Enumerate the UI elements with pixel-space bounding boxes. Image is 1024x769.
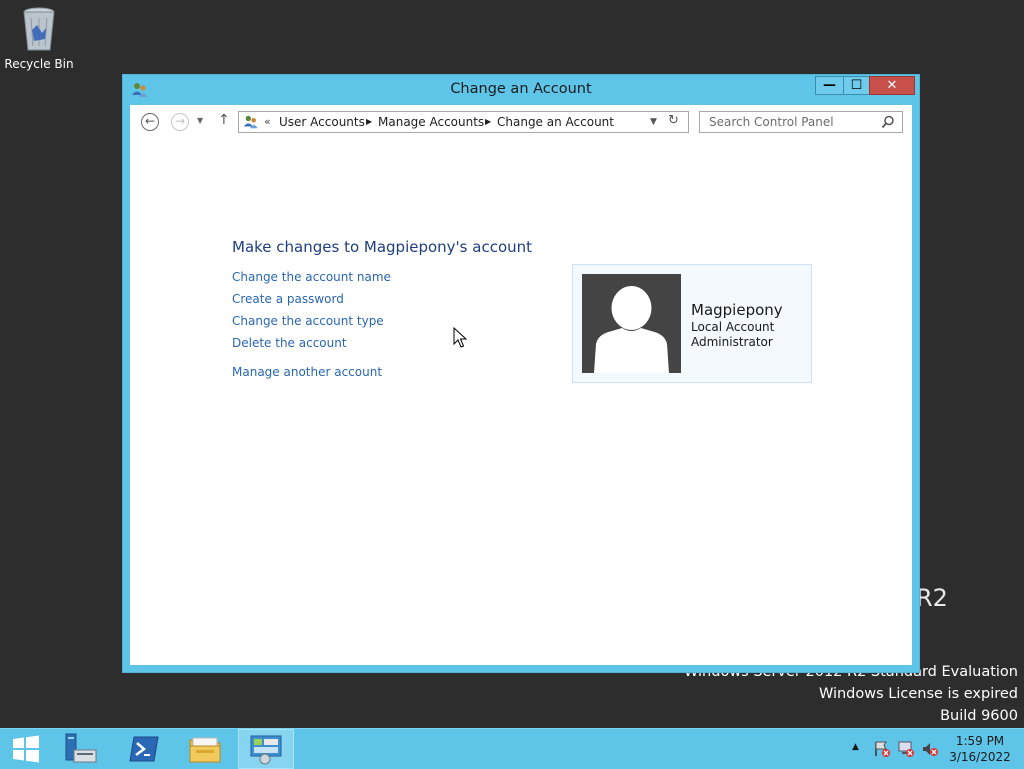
mouse-cursor-icon [453,327,467,348]
control-panel-icon [250,735,282,765]
address-bar[interactable]: « User Accounts ▶ Manage Accounts ▶ Chan… [238,111,689,133]
search-box[interactable]: Search Control Panel [699,111,903,133]
account-type: Local Account [691,320,775,334]
minimize-button[interactable]: — [815,76,844,95]
window-content: ← → ▼ ↑ « User Accounts ▶ Manage Account… [130,105,912,665]
breadcrumb-manage-accounts[interactable]: Manage Accounts [378,115,484,129]
action-center-flag-icon[interactable] [873,740,891,758]
delete-account-link[interactable]: Delete the account [232,336,347,350]
account-card: Magpiepony Local Account Administrator [572,264,812,383]
powershell-button[interactable] [116,729,172,769]
recycle-bin-icon [23,7,55,51]
file-explorer-icon [189,737,221,763]
maximize-icon: ☐ [850,78,863,93]
server-manager-icon [65,733,97,763]
watermark-license: Windows License is expired [818,686,1018,702]
user-silhouette-icon [594,286,669,373]
breadcrumb-separator-icon[interactable]: ▶ [366,117,372,126]
refresh-icon[interactable]: ↻ [668,113,679,128]
breadcrumb-change-account[interactable]: Change an Account [497,115,614,129]
control-panel-button[interactable] [238,729,294,769]
server-manager-button[interactable] [55,729,111,769]
clock-time[interactable]: 1:59 PM [950,734,1010,748]
file-explorer-button[interactable] [177,729,233,769]
recycle-bin[interactable]: Recycle Bin [4,6,74,71]
search-icon[interactable] [881,115,895,129]
title-bar[interactable]: Change an Account — ☐ ✕ [123,75,919,105]
account-name: Magpiepony [691,301,783,319]
start-button[interactable] [0,729,56,769]
network-error-icon[interactable] [897,740,915,758]
avatar [582,274,681,373]
breadcrumb-overflow[interactable]: « [264,115,271,128]
recycle-bin-label: Recycle Bin [4,57,74,71]
manage-another-account-link[interactable]: Manage another account [232,365,382,379]
window-title: Change an Account [450,81,592,97]
close-button[interactable]: ✕ [869,76,915,95]
up-button[interactable]: ↑ [218,112,230,128]
change-account-name-link[interactable]: Change the account name [232,270,391,284]
breadcrumb-user-accounts[interactable]: User Accounts [279,115,365,129]
close-icon: ✕ [886,78,898,93]
user-accounts-icon [243,115,258,129]
chevron-down-icon[interactable]: ▼ [650,117,657,127]
watermark-build: Build 9600 [940,708,1018,724]
taskbar: ▲ 1:59 PM 3/16/2022 [0,728,1024,769]
show-hidden-icons-button[interactable]: ▲ [852,742,859,752]
breadcrumb-separator-icon[interactable]: ▶ [485,117,491,126]
back-arrow-icon: ← [144,114,156,128]
create-password-link[interactable]: Create a password [232,292,344,306]
clock-date[interactable]: 3/16/2022 [946,750,1014,764]
maximize-button[interactable]: ☐ [843,76,870,95]
powershell-icon [129,736,159,762]
minimize-icon: — [823,78,836,93]
change-account-type-link[interactable]: Change the account type [232,314,384,328]
change-account-window: Change an Account — ☐ ✕ ← → ▼ ↑ « User A… [123,75,919,672]
forward-arrow-icon: → [174,114,186,128]
search-input[interactable]: Search Control Panel [709,115,834,129]
volume-muted-icon[interactable] [921,740,939,758]
back-button[interactable]: ← [141,113,159,131]
account-role: Administrator [691,335,773,349]
forward-button[interactable]: → [171,113,189,131]
recent-pages-dropdown[interactable]: ▼ [197,116,203,125]
page-title: Make changes to Magpiepony's account [232,238,533,256]
watermark-r2: R2 [916,584,948,612]
windows-logo-icon [13,735,39,763]
